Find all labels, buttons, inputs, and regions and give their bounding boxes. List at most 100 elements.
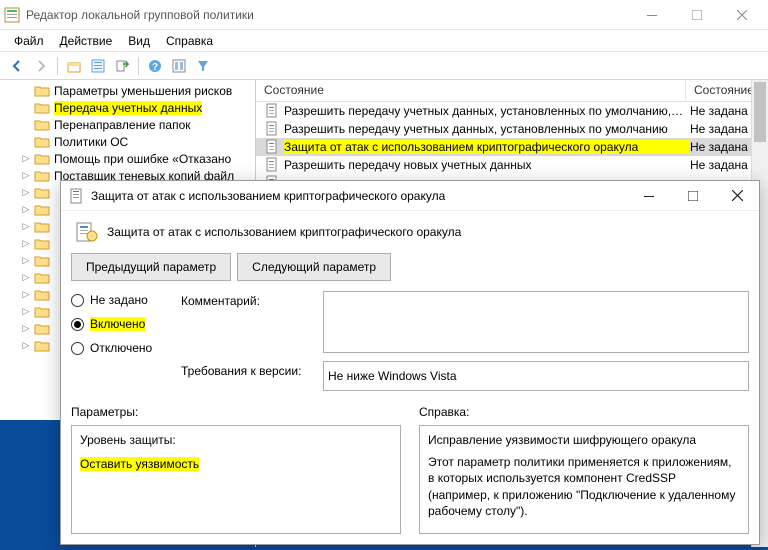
- expand-icon[interactable]: ▷: [20, 255, 32, 266]
- folder-icon: [34, 237, 50, 251]
- folder-icon: [34, 271, 50, 285]
- expand-icon[interactable]: ▷: [20, 323, 32, 334]
- list-row-text: Разрешить передачу учетных данных, устан…: [284, 122, 690, 136]
- menubar: Файл Действие Вид Справка: [0, 30, 768, 52]
- main-minimize-button[interactable]: [629, 1, 674, 29]
- tree-item-label: Политики OC: [54, 135, 128, 149]
- level-label: Уровень защиты:: [80, 432, 392, 448]
- list-row[interactable]: Разрешить передачу учетных данных, устан…: [256, 120, 768, 138]
- dialog-heading: Защита от атак с использованием криптогр…: [107, 225, 461, 239]
- folder-icon: [34, 101, 50, 115]
- next-setting-button[interactable]: Следующий параметр: [237, 253, 391, 281]
- expand-icon[interactable]: ▷: [20, 340, 32, 351]
- app-icon: [4, 7, 20, 23]
- col-state[interactable]: Состояние: [256, 80, 686, 101]
- radio-not-set[interactable]: Не задано: [71, 293, 171, 307]
- comment-label: Комментарий:: [181, 291, 311, 308]
- help-title: Исправление уязвимости шифрующего оракул…: [428, 432, 740, 448]
- folder-icon: [34, 322, 50, 336]
- toolbar: ?: [0, 52, 768, 80]
- dialog-close-button[interactable]: [715, 181, 759, 210]
- tree-item[interactable]: Перенаправление папок: [0, 116, 255, 133]
- list-row[interactable]: Разрешить передачу учетных данных, устан…: [256, 102, 768, 120]
- radio-enabled[interactable]: Включено: [71, 317, 171, 331]
- export-icon[interactable]: [111, 55, 133, 77]
- expand-icon[interactable]: ▷: [20, 221, 32, 232]
- expand-icon[interactable]: ▷: [20, 306, 32, 317]
- details-icon[interactable]: [168, 55, 190, 77]
- tree-item-label: Параметры уменьшения рисков: [54, 84, 232, 98]
- up-icon[interactable]: [63, 55, 85, 77]
- menu-help[interactable]: Справка: [158, 32, 221, 50]
- expand-icon[interactable]: ▷: [20, 238, 32, 249]
- folder-icon: [34, 203, 50, 217]
- radio-disabled[interactable]: Отключено: [71, 341, 171, 355]
- folder-icon: [34, 288, 50, 302]
- menu-file[interactable]: Файл: [6, 32, 52, 50]
- back-icon[interactable]: [6, 55, 28, 77]
- expand-icon[interactable]: ▷: [20, 153, 32, 164]
- requirements-value: Не ниже Windows Vista: [323, 361, 749, 391]
- folder-icon: [34, 254, 50, 268]
- help-header: Справка:: [419, 405, 749, 419]
- tree-item[interactable]: Параметры уменьшения рисков: [0, 82, 255, 99]
- list-row[interactable]: Разрешить передачу новых учетных данныхН…: [256, 156, 768, 174]
- list-header: Состояние Состояние: [256, 80, 768, 102]
- scroll-thumb[interactable]: [754, 82, 766, 142]
- main-titlebar: Редактор локальной групповой политики: [0, 0, 768, 30]
- dialog-minimize-button[interactable]: [627, 181, 671, 210]
- level-value[interactable]: Оставить уязвимость: [80, 457, 199, 471]
- expand-icon[interactable]: ▷: [20, 272, 32, 283]
- expand-icon[interactable]: ▷: [20, 289, 32, 300]
- folder-icon: [34, 84, 50, 98]
- policy-file-icon: [264, 103, 280, 119]
- expand-icon[interactable]: ▷: [20, 170, 32, 181]
- tree-item[interactable]: Политики OC: [0, 133, 255, 150]
- policy-file-icon: [264, 121, 280, 137]
- tree-item[interactable]: ▷ Помощь при ошибке «Отказано: [0, 150, 255, 167]
- folder-icon: [34, 118, 50, 132]
- help-panel[interactable]: Исправление уязвимости шифрующего оракул…: [419, 425, 749, 534]
- tree-item-label: Перенаправление папок: [54, 118, 191, 132]
- dialog-title: Защита от атак с использованием криптогр…: [91, 189, 627, 203]
- expand-icon[interactable]: ▷: [20, 187, 32, 198]
- dialog-titlebar[interactable]: Защита от атак с использованием криптогр…: [61, 181, 759, 211]
- comment-textarea[interactable]: [323, 291, 749, 353]
- folder-icon: [34, 152, 50, 166]
- tree-item-label: Помощь при ошибке «Отказано: [54, 152, 231, 166]
- main-close-button[interactable]: [719, 1, 764, 29]
- folder-icon: [34, 186, 50, 200]
- list-row[interactable]: Защита от атак с использованием криптогр…: [256, 138, 768, 156]
- main-title: Редактор локальной групповой политики: [26, 8, 629, 22]
- expand-icon[interactable]: ▷: [20, 204, 32, 215]
- tree-item[interactable]: Передача учетных данных: [0, 99, 255, 116]
- folder-icon: [34, 220, 50, 234]
- folder-icon: [34, 305, 50, 319]
- list-row-text: Защита от атак с использованием криптогр…: [284, 140, 690, 154]
- help-body: Этот параметр политики применяется к при…: [428, 454, 740, 519]
- list-row-text: Разрешить передачу учетных данных, устан…: [284, 104, 690, 118]
- folder-icon: [34, 339, 50, 353]
- menu-action[interactable]: Действие: [52, 32, 121, 50]
- folder-icon: [34, 135, 50, 149]
- filter-icon[interactable]: [192, 55, 214, 77]
- params-panel: Уровень защиты: Оставить уязвимость: [71, 425, 401, 534]
- tree-item-label: Передача учетных данных: [54, 101, 202, 115]
- params-header: Параметры:: [71, 405, 401, 419]
- policy-dialog: Защита от атак с использованием криптогр…: [60, 180, 760, 545]
- policy-file-icon: [264, 157, 280, 173]
- prev-setting-button[interactable]: Предыдущий параметр: [71, 253, 231, 281]
- list-icon[interactable]: [87, 55, 109, 77]
- menu-view[interactable]: Вид: [120, 32, 158, 50]
- requirements-label: Требования к версии:: [181, 361, 311, 378]
- forward-icon[interactable]: [30, 55, 52, 77]
- policy-file-icon: [264, 139, 280, 155]
- heading-icon: [73, 221, 99, 243]
- folder-icon: [34, 169, 50, 183]
- main-maximize-button[interactable]: [674, 1, 719, 29]
- list-row-text: Разрешить передачу новых учетных данных: [284, 158, 690, 172]
- dialog-maximize-button[interactable]: [671, 181, 715, 210]
- help-icon[interactable]: ?: [144, 55, 166, 77]
- policy-icon: [69, 188, 85, 204]
- svg-text:?: ?: [152, 62, 158, 73]
